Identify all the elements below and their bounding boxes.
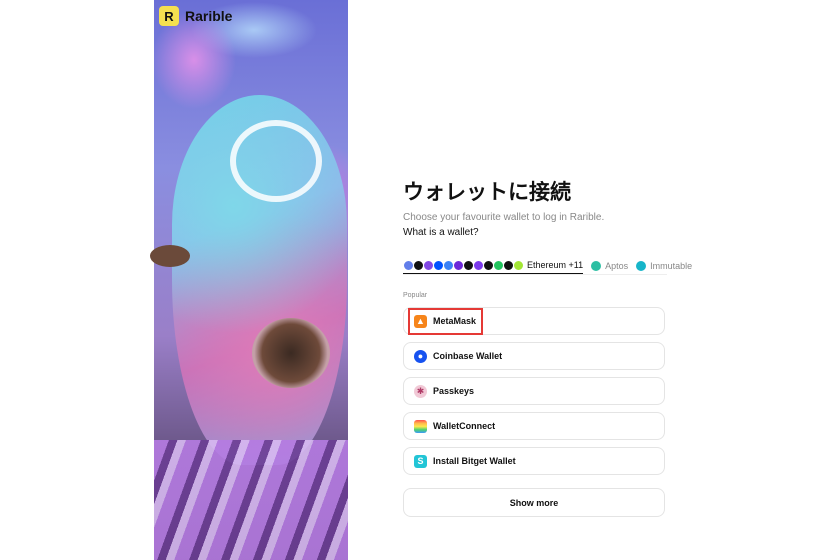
tab-aptos-label: Aptos (605, 261, 629, 271)
tab-immutable-label: Immutable (650, 261, 693, 271)
wallet-label: WalletConnect (433, 421, 496, 431)
selection-highlight-metamask (408, 308, 483, 335)
brand-name: Rarible (185, 8, 233, 24)
page-title: ウォレットに接続 (403, 181, 571, 204)
wallet-option-walletconnect[interactable]: WalletConnect (403, 412, 665, 440)
coinbase-icon: ● (414, 349, 427, 363)
tab-ethereum[interactable]: Ethereum +11 (403, 257, 584, 275)
page-subtitle: Choose your favourite wallet to log in R… (403, 212, 605, 223)
rarible-logo-icon: R (159, 6, 179, 26)
artwork-eye (150, 245, 190, 267)
tab-ethereum-label: Ethereum +11 (527, 260, 584, 270)
brand-logo[interactable]: R Rarible (159, 6, 232, 26)
artwork-mouth (252, 318, 330, 388)
wallet-option-coinbase[interactable]: ● Coinbase Wallet (403, 342, 665, 370)
show-more-button[interactable]: Show more (403, 488, 665, 517)
wallet-option-passkeys[interactable]: ✱ Passkeys (403, 377, 665, 405)
tab-aptos[interactable]: Aptos (591, 257, 628, 275)
what-is-wallet-link[interactable]: What is a wallet? (403, 227, 479, 238)
wallet-label: Coinbase Wallet (433, 351, 503, 361)
section-label-popular: Popular (403, 292, 428, 299)
passkeys-icon: ✱ (414, 384, 427, 398)
artwork-chain (154, 440, 348, 560)
immutable-icon (636, 261, 647, 271)
wallet-option-bitget[interactable]: S Install Bitget Wallet (403, 447, 665, 475)
bitget-icon: S (414, 454, 427, 468)
tabs-divider (403, 274, 667, 275)
wallet-label: Passkeys (433, 386, 475, 396)
chain-tabs: Ethereum +11 Aptos Immutable (403, 257, 692, 275)
tab-immutable[interactable]: Immutable (636, 257, 692, 275)
chain-icons-stack (403, 259, 524, 271)
artwork-logo-emblem (230, 120, 322, 202)
aptos-icon (591, 261, 602, 271)
walletconnect-rainbow-icon (414, 419, 427, 433)
wallet-label: Install Bitget Wallet (433, 456, 516, 466)
